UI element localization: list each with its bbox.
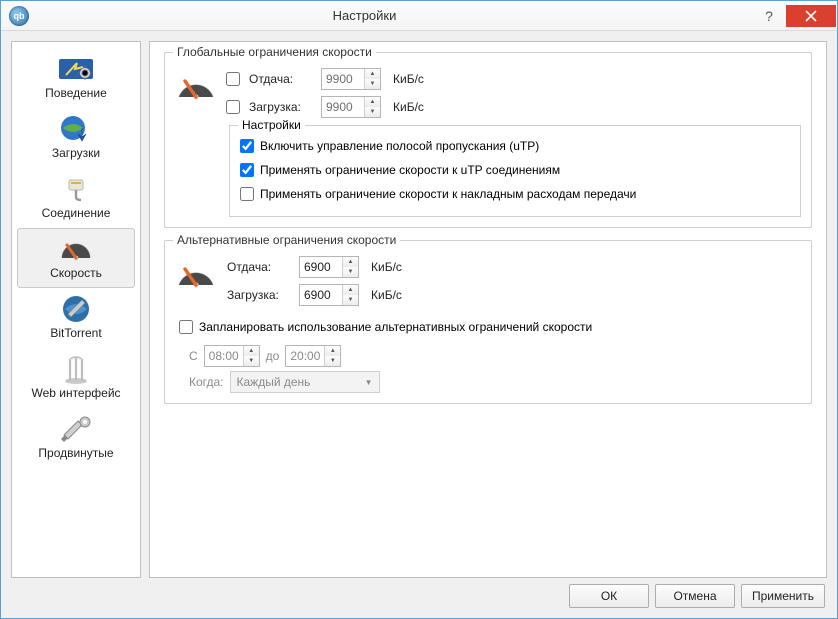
alt-download-label: Загрузка: [227,288,293,302]
sidebar-item-label: Продвинутые [38,446,113,460]
schedule-when-label: Когда: [189,375,224,389]
sidebar-item-label: Скорость [50,266,102,280]
schedule-when-row: Когда: Каждый день ▼ [189,371,801,393]
schedule-when-value: Каждый день [237,375,311,389]
spin-up-icon[interactable]: ▲ [343,257,358,267]
sidebar-item-label: Web интерфейс [31,386,120,400]
sidebar: Поведение Загрузки Соединение [11,41,141,578]
gauge-icon [175,67,217,103]
opt-overhead-checkbox[interactable] [240,187,254,201]
global-download-input[interactable] [322,97,364,117]
downloads-icon [56,112,96,146]
alt-download-spin[interactable]: ▲▼ [299,284,359,306]
schedule-to-input[interactable] [286,346,324,366]
chevron-down-icon: ▼ [365,378,373,387]
titlebar: qb Настройки ? [1,1,837,31]
sidebar-item-speed[interactable]: Скорость [17,228,135,288]
global-upload-input[interactable] [322,69,364,89]
schedule-checkbox[interactable] [179,320,193,334]
alt-upload-label: Отдача: [227,260,293,274]
spin-down-icon[interactable]: ▼ [343,267,358,277]
opt-utp-label: Включить управление полосой пропускания … [260,139,539,153]
spin-down-icon[interactable]: ▼ [365,79,380,89]
window-title: Настройки [37,8,752,23]
help-button[interactable]: ? [752,5,786,27]
sidebar-item-bittorrent[interactable]: BitTorrent [12,288,140,348]
sidebar-item-label: BitTorrent [50,326,101,340]
sidebar-item-webui[interactable]: Web интерфейс [12,348,140,408]
close-icon [805,10,817,22]
spin-down-icon[interactable]: ▼ [325,356,340,366]
footer: ОК Отмена Применить [11,584,827,608]
global-limits-group: Глобальные ограничения скорости Отдача: [164,52,812,228]
unit-label: КиБ/с [393,100,424,114]
unit-label: КиБ/с [371,260,402,274]
sidebar-item-label: Загрузки [52,146,100,160]
spin-up-icon[interactable]: ▲ [365,69,380,79]
spin-down-icon[interactable]: ▼ [244,356,259,366]
spin-up-icon[interactable]: ▲ [365,97,380,107]
schedule-to-label: до [266,349,280,363]
sidebar-item-label: Поведение [45,86,107,100]
unit-label: КиБ/с [393,72,424,86]
apply-button[interactable]: Применить [741,584,825,608]
speed-icon [56,232,96,266]
sidebar-item-behavior[interactable]: Поведение [12,48,140,108]
schedule-when-combo[interactable]: Каждый день ▼ [230,371,380,393]
sidebar-item-connection[interactable]: Соединение [12,168,140,228]
opt-utp-checkbox[interactable] [240,139,254,153]
main-area: Поведение Загрузки Соединение [11,41,827,578]
bittorrent-icon [56,292,96,326]
gauge-icon [175,255,217,291]
opt-overhead-label: Применять ограничение скорости к накладн… [260,187,636,201]
alt-upload-spin[interactable]: ▲▼ [299,256,359,278]
global-download-spin[interactable]: ▲▼ [321,96,381,118]
schedule-label: Запланировать использование альтернативн… [199,320,592,334]
opt-utp-limit-checkbox[interactable] [240,163,254,177]
sidebar-item-label: Соединение [42,206,111,220]
schedule-from-input[interactable] [205,346,243,366]
ok-button[interactable]: ОК [569,584,649,608]
app-icon: qb [9,6,29,26]
global-upload-label: Отдача: [249,72,315,86]
global-upload-checkbox[interactable] [226,72,240,86]
alt-download-input[interactable] [300,285,342,305]
opt-utp-limit-label: Применять ограничение скорости к uTP сое… [260,163,560,177]
global-download-label: Загрузка: [249,100,315,114]
sidebar-item-advanced[interactable]: Продвинутые [12,408,140,468]
advanced-icon [56,412,96,446]
sidebar-item-downloads[interactable]: Загрузки [12,108,140,168]
spin-up-icon[interactable]: ▲ [325,346,340,356]
spin-up-icon[interactable]: ▲ [244,346,259,356]
global-upload-spin[interactable]: ▲▼ [321,68,381,90]
spin-down-icon[interactable]: ▼ [343,295,358,305]
spin-up-icon[interactable]: ▲ [343,285,358,295]
behavior-icon [56,52,96,86]
alt-upload-input[interactable] [300,257,342,277]
schedule-from-label: С [189,349,198,363]
global-limits-legend: Глобальные ограничения скорости [173,45,376,59]
global-download-checkbox[interactable] [226,100,240,114]
schedule-from-spin[interactable]: ▲▼ [204,345,260,367]
settings-window: qb Настройки ? Поведение [0,0,838,619]
close-button[interactable] [786,5,836,27]
schedule-to-spin[interactable]: ▲▼ [285,345,341,367]
spin-down-icon[interactable]: ▼ [365,107,380,117]
connection-icon [56,172,96,206]
global-options-legend: Настройки [238,118,305,132]
schedule-row: С ▲▼ до ▲▼ [189,345,801,367]
body: Поведение Загрузки Соединение [1,31,837,618]
content-panel: Глобальные ограничения скорости Отдача: [149,41,827,578]
global-options-group: Настройки Включить управление полосой пр… [229,125,801,217]
cancel-button[interactable]: Отмена [655,584,735,608]
alt-limits-group: Альтернативные ограничения скорости Отда… [164,240,812,404]
alt-limits-legend: Альтернативные ограничения скорости [173,233,400,247]
unit-label: КиБ/с [371,288,402,302]
webui-icon [56,352,96,386]
